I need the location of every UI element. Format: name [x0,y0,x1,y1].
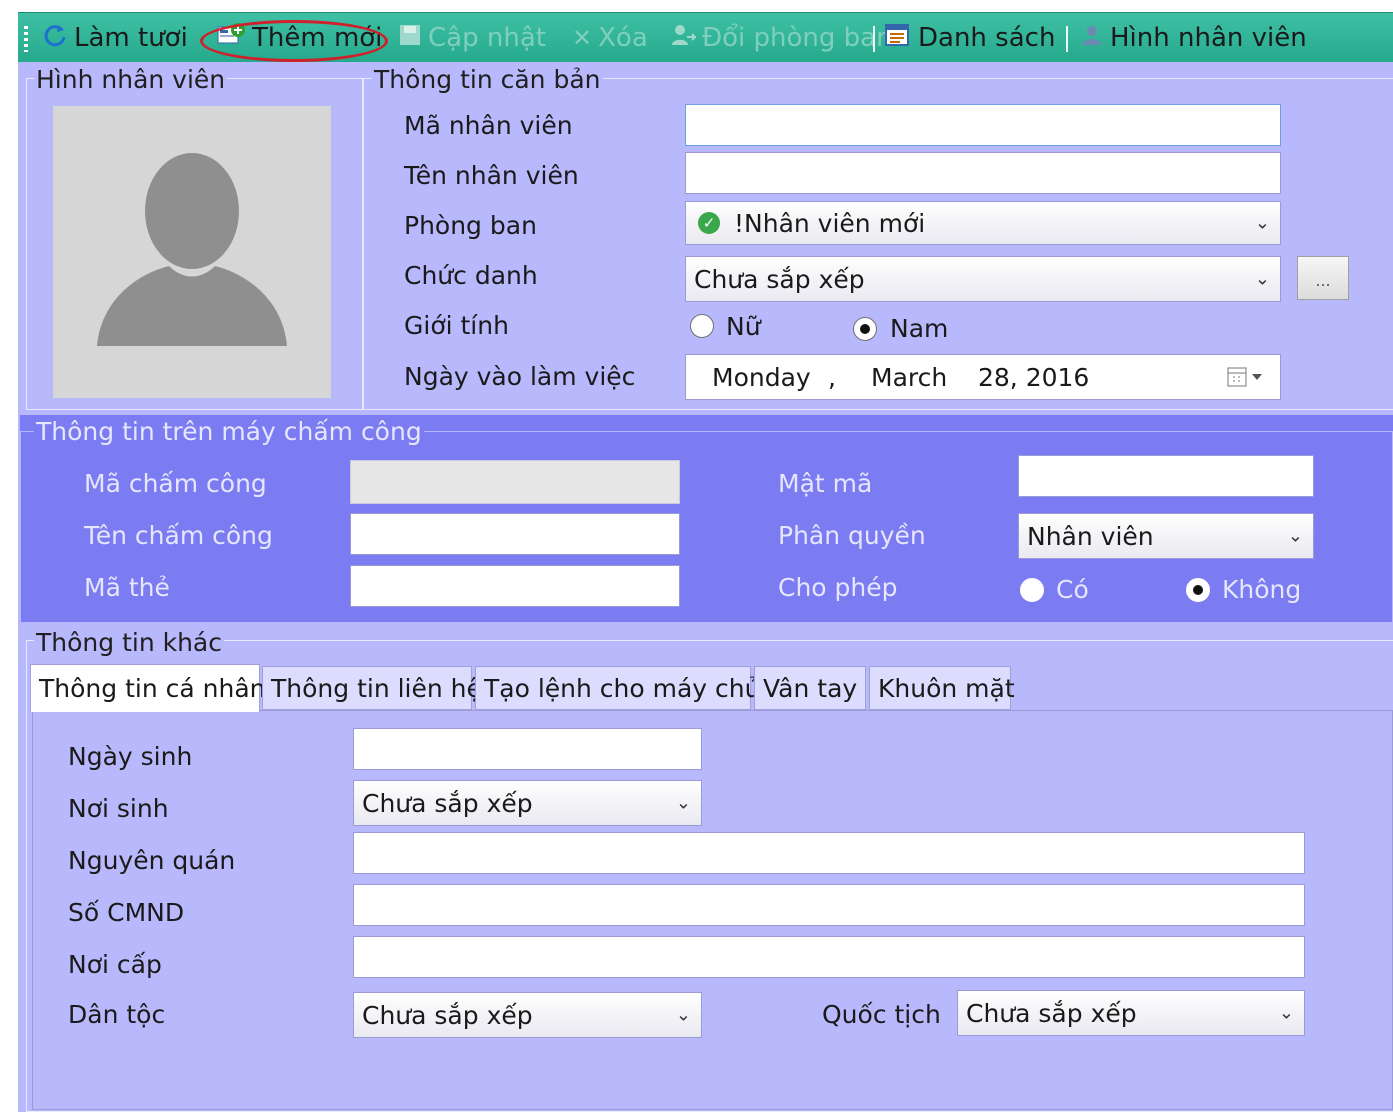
transfer-user-icon [670,23,698,54]
password-label: Mật mã [778,469,873,498]
refresh-button[interactable]: Làm tươi [42,13,188,63]
avatar-placeholder-icon [97,153,287,346]
id-number-input[interactable] [353,884,1305,926]
punch-name-input[interactable] [350,513,680,555]
gender-label: Giới tính [404,311,509,340]
punch-name-label: Tên chấm công [84,521,273,550]
password-input[interactable] [1018,455,1314,497]
gender-female-label: Nữ [726,312,761,341]
delete-label: Xóa [598,23,648,53]
card-number-input[interactable] [350,565,680,607]
allow-label: Cho phép [778,573,898,602]
permission-select[interactable]: Nhân viên ⌄ [1018,513,1314,559]
employee-id-label: Mã nhân viên [404,111,573,140]
allow-yes-radio[interactable] [1020,578,1044,602]
employee-name-label: Tên nhân viên [404,161,579,190]
card-number-label: Mã thẻ [84,573,170,602]
punch-info-section: Thông tin trên máy chấm công Mã chấm côn… [20,415,1393,623]
list-label: Danh sách [918,23,1056,53]
delete-button[interactable]: ✕ Xóa [572,13,648,63]
allow-yes-label: Có [1056,575,1089,604]
other-info-legend: Thông tin khác [34,628,224,657]
start-date-separator: , [828,363,836,392]
punch-id-input[interactable] [350,460,680,504]
punch-info-legend: Thông tin trên máy chấm công [34,417,424,446]
delete-icon: ✕ [572,24,593,52]
start-date-weekday[interactable]: Monday [712,363,811,392]
list-button[interactable]: Danh sách [884,13,1055,63]
tab-server-commands[interactable]: Tạo lệnh cho máy chủ [475,666,760,710]
update-button[interactable]: Cập nhật [398,13,546,63]
permission-value: Nhân viên [1027,521,1154,551]
nationality-label: Quốc tịch [822,1000,941,1029]
title-value: Chưa sắp xếp [694,264,865,294]
employee-photo-label: Hình nhân viên [1110,23,1307,53]
gender-male-radio[interactable] [853,317,877,341]
list-icon [884,22,912,55]
start-date-picker[interactable]: Monday , March 28, 2016 [685,354,1281,400]
change-department-label: Đổi phòng ban [702,23,893,53]
birthplace-value: Chưa sắp xếp [362,788,533,818]
ethnicity-label: Dân tộc [68,1000,166,1029]
change-department-button[interactable]: Đổi phòng ban [670,13,893,63]
ethnicity-select[interactable]: Chưa sắp xếp ⌄ [353,992,702,1038]
issue-place-input[interactable] [353,936,1305,978]
issue-place-label: Nơi cấp [68,950,162,979]
chevron-down-icon: ⌄ [1287,525,1303,547]
employee-photo[interactable] [53,106,331,398]
toolbar-grip[interactable] [24,26,28,52]
allow-no-radio[interactable] [1186,578,1210,602]
start-date-month[interactable]: March [871,363,947,392]
id-number-label: Số CMND [68,898,185,927]
ethnicity-value: Chưa sắp xếp [362,1000,533,1030]
refresh-label: Làm tươi [74,23,188,53]
hometown-label: Nguyên quán [68,846,236,875]
chevron-down-icon: ⌄ [675,1004,691,1026]
basic-info-legend: Thông tin căn bản [372,65,603,94]
hometown-input[interactable] [353,832,1305,874]
tab-face[interactable]: Khuôn mặt [869,666,1015,710]
start-date-day-year[interactable]: 28, 2016 [978,363,1089,392]
person-icon [1080,23,1104,54]
chevron-down-icon: ⌄ [1254,212,1270,234]
nationality-select[interactable]: Chưa sắp xếp ⌄ [957,990,1305,1036]
punch-id-label: Mã chấm công [84,469,267,498]
allow-no-label: Không [1222,575,1302,604]
toolbar-separator [1066,26,1068,52]
start-date-label: Ngày vào làm việc [404,362,636,391]
chevron-down-icon: ⌄ [675,792,691,814]
photo-group-legend: Hình nhân viên [34,65,228,94]
check-icon: ✓ [698,212,720,234]
gender-male-label: Nam [890,314,949,343]
department-label: Phòng ban [404,211,537,240]
birthday-input[interactable] [353,728,702,770]
save-icon [398,23,422,54]
calendar-dropdown-icon[interactable] [1226,365,1266,393]
tab-contact-info[interactable]: Thông tin liên hệ [262,666,482,710]
refresh-icon [42,22,68,55]
birthplace-select[interactable]: Chưa sắp xếp ⌄ [353,780,702,826]
chevron-down-icon: ⌄ [1278,1002,1294,1024]
chevron-down-icon: ⌄ [1254,268,1270,290]
permission-label: Phân quyền [778,521,926,550]
employee-id-input[interactable] [685,104,1281,146]
employee-photo-button[interactable]: Hình nhân viên [1080,13,1307,63]
birthday-label: Ngày sinh [68,742,193,771]
gender-female-radio[interactable] [690,314,714,338]
department-select[interactable]: ✓ !Nhân viên mới ⌄ [685,201,1281,245]
title-label: Chức danh [404,261,538,290]
tab-fingerprint[interactable]: Vân tay [754,666,866,710]
employee-name-input[interactable] [685,152,1281,194]
birthplace-label: Nơi sinh [68,794,169,823]
update-label: Cập nhật [428,23,546,53]
title-select[interactable]: Chưa sắp xếp ⌄ [685,256,1281,302]
highlight-annotation [200,20,388,62]
toolbar-separator [873,26,875,52]
title-more-button[interactable]: ... [1297,256,1349,300]
tab-personal-info[interactable]: Thông tin cá nhân [30,664,265,712]
nationality-value: Chưa sắp xếp [966,998,1137,1028]
department-value: !Nhân viên mới [734,208,926,238]
